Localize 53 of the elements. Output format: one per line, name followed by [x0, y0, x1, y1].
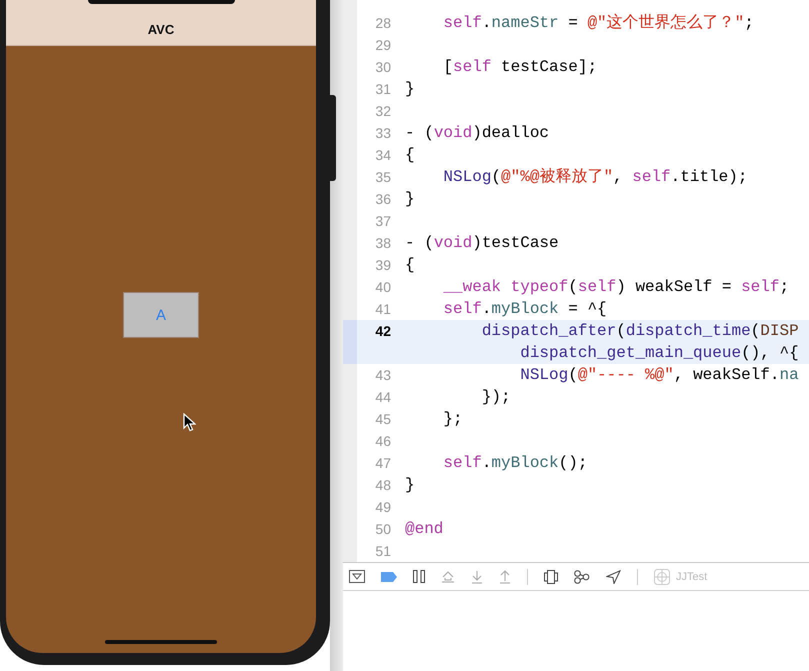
console-toggle-icon[interactable] [349, 570, 365, 583]
code-line: self.myBlock(); [442, 454, 588, 472]
code-line: - (void)dealloc [405, 124, 550, 142]
pause-icon[interactable] [413, 570, 425, 583]
pointer-cursor-icon [183, 413, 196, 432]
code-line: dispatch_get_main_queue(), ^{ [519, 344, 799, 362]
line-number: 45 [375, 411, 391, 427]
code-line: dispatch_after(dispatch_time(DISP [480, 322, 799, 340]
line-number: 34 [375, 147, 391, 163]
code-line: @end [405, 520, 444, 538]
line-number: 48 [375, 477, 391, 493]
code-line: } [405, 80, 415, 98]
line-number: 28 [375, 15, 391, 31]
line-number: 29 [375, 37, 391, 53]
code-line: [self testCase]; [442, 58, 598, 76]
line-number: 31 [375, 81, 391, 97]
line-number: 38 [375, 235, 391, 251]
nav-title: AVC [148, 22, 174, 37]
scheme-target[interactable]: JJTest [676, 570, 708, 582]
code-line: self.myBlock = ^{ [442, 300, 607, 318]
code-line: } [405, 476, 415, 494]
line-number: 43 [375, 367, 391, 383]
code-line: __weak typeof(self) weakSelf = self; [442, 278, 790, 296]
code-line: self.nameStr = @"这个世界怎么了？"; [442, 14, 754, 32]
code-line: { [405, 256, 415, 274]
location-icon[interactable] [606, 570, 621, 584]
code-line: - (void)testCase [405, 234, 559, 252]
line-number: 49 [375, 499, 391, 515]
line-number: 30 [375, 59, 391, 75]
line-number: 32 [375, 103, 391, 119]
code-line: }); [480, 388, 511, 406]
code-line: }; [442, 410, 463, 428]
line-number: 44 [375, 389, 391, 405]
line-number: 40 [375, 279, 391, 295]
code-line: { [405, 146, 415, 164]
view-hierarchy-icon[interactable] [544, 570, 558, 584]
breakpoint-icon[interactable] [381, 572, 397, 582]
line-number: 51 [375, 543, 391, 559]
line-number: 36 [375, 191, 391, 207]
line-number: 41 [375, 301, 391, 317]
line-number: 50 [375, 521, 391, 537]
memory-graph-icon[interactable] [574, 570, 590, 584]
code-line: NSLog(@"%@被释放了", self.title); [442, 168, 748, 186]
a-button[interactable]: A [123, 292, 199, 338]
code-line: NSLog(@"---- %@", weakSelf.na [519, 366, 799, 384]
code-line: } [405, 190, 415, 208]
line-number: 42 [375, 323, 391, 339]
line-number: 33 [375, 125, 391, 141]
line-number: 47 [375, 455, 391, 471]
line-number: 37 [375, 213, 391, 229]
line-number: 39 [375, 257, 391, 273]
line-number: 46 [375, 433, 391, 449]
line-number: 35 [375, 169, 391, 185]
